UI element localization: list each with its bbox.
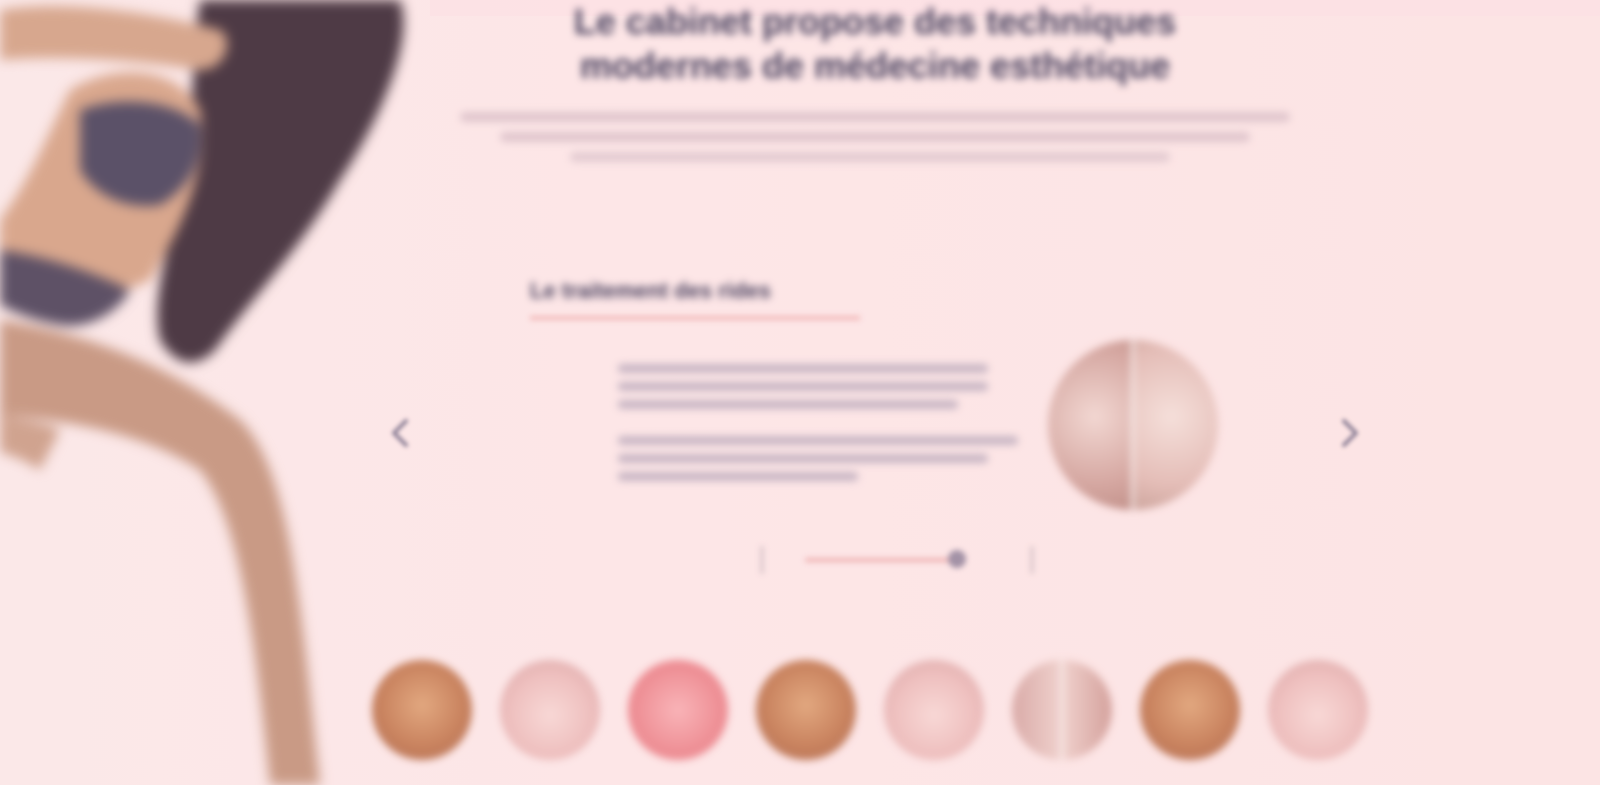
thumb-8[interactable] <box>1268 660 1368 760</box>
thumb-4[interactable] <box>756 660 856 760</box>
hero-woman-image <box>0 0 404 785</box>
slide-text-lines <box>618 364 1018 481</box>
section-title: Le traitement des rides <box>530 278 771 303</box>
carousel-progress[interactable] <box>760 540 1040 580</box>
thumb-6[interactable] <box>1012 660 1112 760</box>
page-title: Le cabinet propose des techniques modern… <box>573 1 1177 86</box>
before-after-photo <box>1048 340 1218 510</box>
progress-end-cap <box>1030 546 1034 574</box>
page: Le cabinet propose des techniques modern… <box>0 0 1600 785</box>
intro-text-blurred <box>460 104 1290 177</box>
after-photo-half <box>1133 340 1218 510</box>
thumb-7[interactable] <box>1140 660 1240 760</box>
photo-divider <box>1131 340 1135 510</box>
chevron-right-icon[interactable] <box>1338 418 1362 448</box>
chevron-left-icon[interactable] <box>388 418 412 448</box>
treatment-thumbnails <box>372 660 1392 770</box>
progress-knob[interactable] <box>948 550 966 568</box>
thumb-5[interactable] <box>884 660 984 760</box>
section-underline <box>530 316 860 320</box>
slide-text-blurred <box>618 358 1018 494</box>
thumb-1[interactable] <box>372 660 472 760</box>
progress-track <box>805 558 955 562</box>
before-photo-half <box>1048 340 1133 510</box>
progress-start-cap <box>760 546 764 574</box>
thumb-3[interactable] <box>628 660 728 760</box>
intro-text-lines <box>460 112 1290 162</box>
thumb-2[interactable] <box>500 660 600 760</box>
